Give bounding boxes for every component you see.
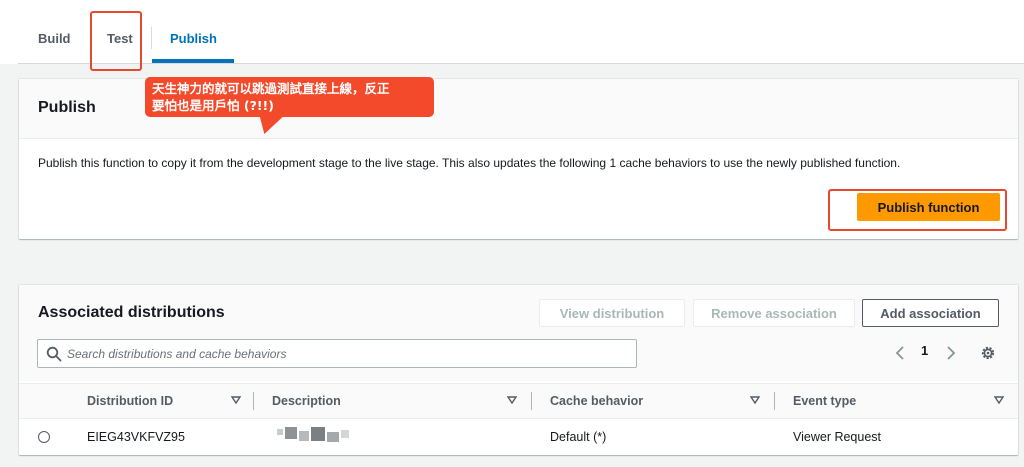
column-description[interactable]: Description: [272, 394, 341, 408]
publish-description: Publish this function to copy it from th…: [38, 156, 901, 170]
cell-distribution-id: EIEG43VKFVZ95: [87, 430, 185, 444]
annotation-callout: 天生神力的就可以跳過測試直接上線，反正 要怕也是用戶怕 (?!!): [145, 77, 434, 117]
gear-icon[interactable]: [980, 345, 996, 361]
test-tab-highlight: [90, 11, 142, 71]
search-input[interactable]: [67, 340, 627, 367]
page-number[interactable]: 1: [921, 343, 928, 358]
callout-line-2: 要怕也是用戶怕 (?!!): [152, 98, 274, 113]
column-divider[interactable]: [253, 392, 254, 410]
search-box[interactable]: [37, 339, 637, 368]
column-divider[interactable]: [531, 392, 532, 410]
distributions-title: Associated distributions: [38, 304, 225, 321]
column-divider[interactable]: [774, 392, 775, 410]
publish-button-highlight: [828, 189, 1007, 231]
sort-down-icon[interactable]: [994, 395, 1004, 405]
chevron-left-icon[interactable]: [893, 345, 909, 361]
sort-down-icon[interactable]: [507, 395, 517, 405]
tab-build[interactable]: Build: [38, 31, 71, 46]
sort-down-icon[interactable]: [750, 395, 760, 405]
sort-down-icon[interactable]: [231, 395, 241, 405]
column-event-type[interactable]: Event type: [793, 394, 856, 408]
tab-divider: [151, 27, 152, 49]
add-association-button[interactable]: Add association: [862, 299, 999, 327]
callout-line-1: 天生神力的就可以跳過測試直接上線，反正: [152, 81, 390, 96]
cell-cache-behavior: Default (*): [550, 430, 607, 444]
tab-bar-divider: [18, 63, 1024, 64]
row-select-radio[interactable]: [38, 431, 50, 443]
search-icon: [46, 346, 62, 362]
table-header: Distribution ID Description Cache behavi…: [19, 383, 1018, 419]
remove-association-button[interactable]: Remove association: [693, 299, 855, 327]
cell-event-type: Viewer Request: [793, 430, 882, 444]
column-distribution-id[interactable]: Distribution ID: [87, 394, 173, 408]
table-row[interactable]: EIEG43VKFVZ95 Default (*) Viewer Request: [19, 419, 1018, 455]
tab-publish[interactable]: Publish: [170, 31, 217, 46]
distributions-panel: Associated distributions View distributi…: [19, 285, 1018, 455]
publish-title: Publish: [38, 99, 96, 116]
column-cache-behavior[interactable]: Cache behavior: [550, 394, 643, 408]
view-distribution-button[interactable]: View distribution: [539, 299, 685, 327]
tab-bar: Build Test Publish: [0, 0, 1024, 64]
chevron-right-icon[interactable]: [942, 345, 958, 361]
